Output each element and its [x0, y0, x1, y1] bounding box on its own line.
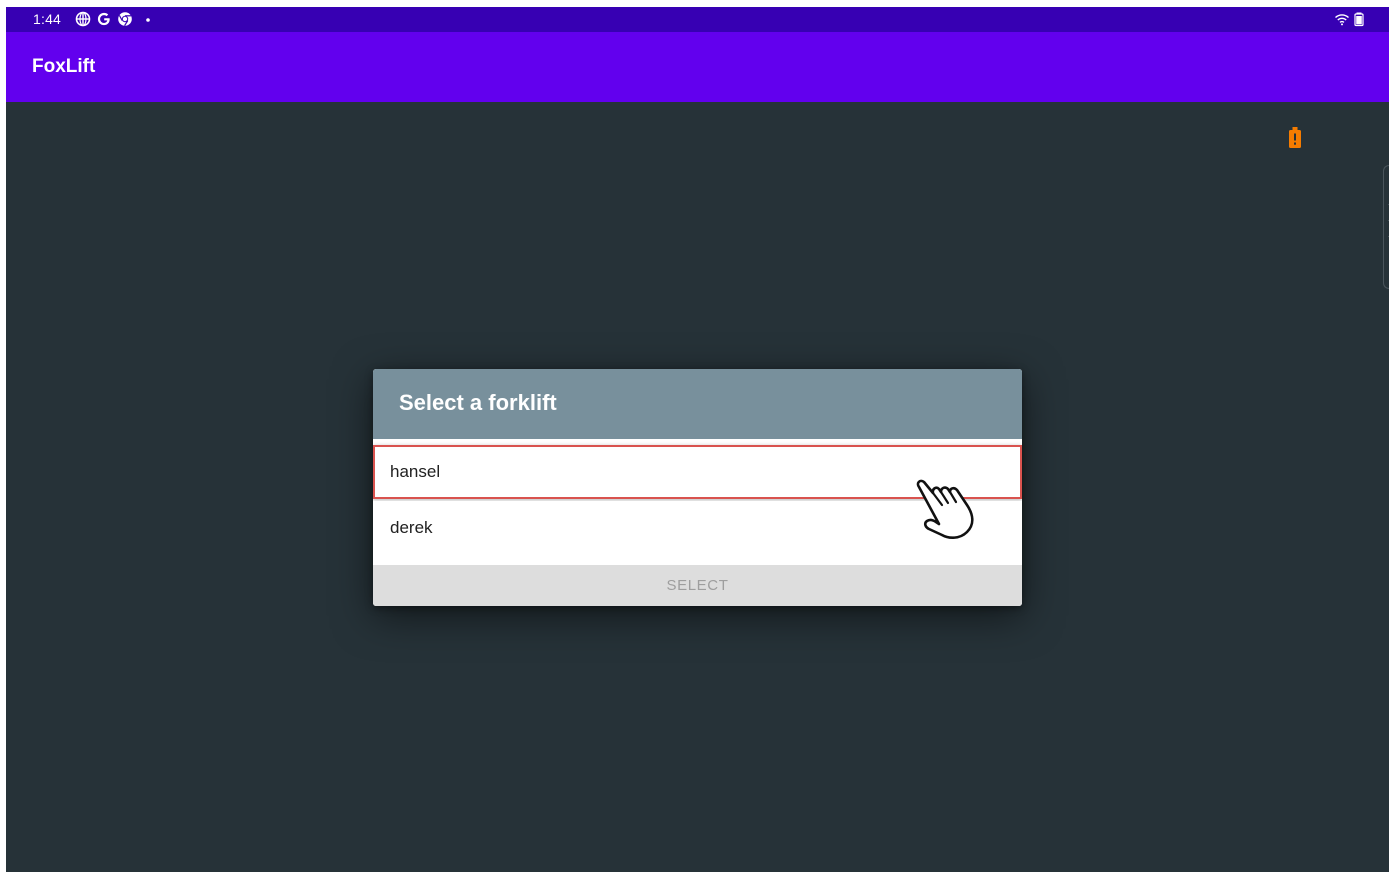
forklift-option-hansel[interactable]: hansel — [373, 445, 1022, 499]
select-forklift-dialog: Select a forklift hansel derek SELECT — [373, 369, 1022, 606]
select-button[interactable]: SELECT — [373, 565, 1022, 606]
app-bar: FoxLift — [6, 32, 1389, 102]
google-icon — [97, 12, 110, 26]
dialog-header: Select a forklift — [373, 369, 1022, 439]
status-time: 1:44 — [33, 11, 62, 27]
dialog-title: Select a forklift — [399, 390, 557, 415]
app-title: FoxLift — [32, 56, 96, 77]
forklift-option-label: hansel — [390, 462, 441, 481]
chrome-icon — [118, 12, 132, 26]
handle-divider — [1388, 204, 1389, 205]
handle-divider — [1388, 220, 1389, 221]
forklift-option-label: derek — [390, 518, 433, 537]
dot-icon — [146, 18, 150, 22]
forklift-option-derek[interactable]: derek — [373, 501, 1022, 555]
edge-panel-handle[interactable] — [1383, 165, 1389, 289]
battery-alert-icon — [1289, 127, 1301, 148]
status-bar: 1:44 — [6, 7, 1389, 32]
handle-divider — [1388, 236, 1389, 237]
battery-icon — [1354, 12, 1364, 27]
wifi-icon — [1335, 14, 1349, 26]
globe-icon — [75, 11, 91, 27]
app-screen: 1:44 FoxLift Select a forklift hansel de… — [6, 7, 1389, 872]
